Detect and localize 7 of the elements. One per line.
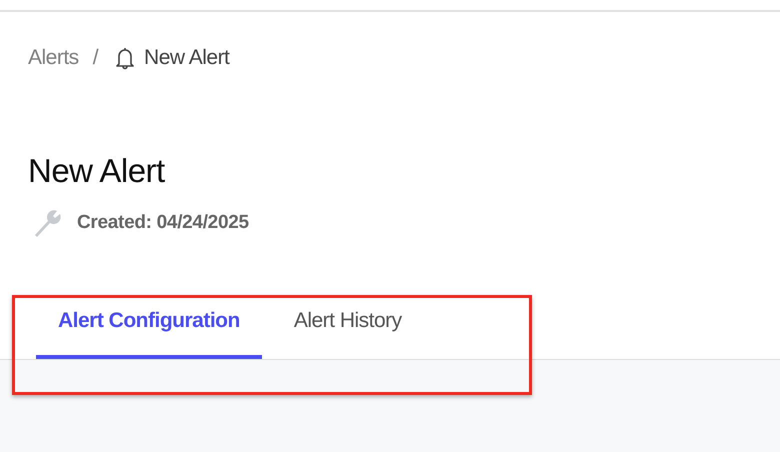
tab[interactable]: Alert History [272, 287, 424, 359]
breadcrumb-separator: / [92, 46, 98, 70]
breadcrumb-link[interactable]: Alerts [28, 46, 79, 70]
breadcrumb-current: New Alert [144, 46, 230, 70]
created-date: Created: 04/24/2025 [77, 212, 249, 234]
page-title: New Alert [28, 151, 166, 191]
bell-icon [116, 46, 134, 70]
